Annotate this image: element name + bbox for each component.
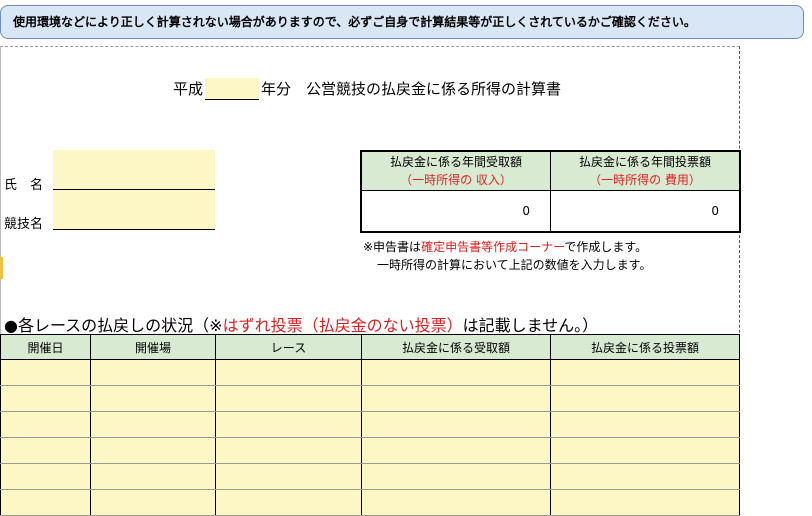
summary-header-bets: 払戻金に係る年間投票額 （一時所得の 費用） — [550, 150, 741, 191]
summary-value-bets: 0 — [550, 190, 741, 233]
race-input-cell[interactable] — [0, 489, 91, 516]
race-input-cell[interactable] — [90, 385, 216, 412]
race-input-cell[interactable] — [90, 463, 216, 490]
table-row — [0, 359, 740, 386]
name-label: 氏 名 — [4, 178, 44, 193]
table-row — [0, 411, 740, 438]
note-line-1: ※申告書は確定申告書等作成コーナーで作成します。 — [363, 240, 648, 254]
race-input-cell[interactable] — [0, 437, 91, 464]
race-input-cell[interactable] — [0, 385, 91, 412]
col-bets: 払戻金に係る投票額 — [550, 334, 740, 360]
table-row — [0, 463, 740, 490]
race-input-cell[interactable] — [550, 359, 740, 386]
race-input-cell[interactable] — [361, 437, 551, 464]
race-input-cell[interactable] — [550, 463, 740, 490]
race-input-cell[interactable] — [361, 411, 551, 438]
summary-value-receipts: 0 — [360, 190, 551, 233]
race-input-cell[interactable] — [215, 437, 362, 464]
table-row — [0, 385, 740, 412]
race-input-cell[interactable] — [550, 489, 740, 516]
cell-marker — [0, 257, 3, 279]
page-title: 平成 年分 公営競技の払戻金に係る所得の計算書 — [173, 78, 561, 100]
col-venue: 開催場 — [90, 334, 216, 360]
note-line-2: 一時所得の計算において上記の数値を入力します。 — [377, 258, 652, 272]
sport-label: 競技名 — [4, 217, 44, 232]
year-input[interactable] — [205, 78, 260, 100]
race-input-cell[interactable] — [550, 385, 740, 412]
race-input-cell[interactable] — [361, 489, 551, 516]
title-prefix: 平成 — [173, 80, 204, 98]
table-row — [0, 489, 740, 516]
table-row — [0, 437, 740, 464]
race-input-cell[interactable] — [361, 385, 551, 412]
race-input-cell[interactable] — [215, 463, 362, 490]
race-input-cell[interactable] — [361, 463, 551, 490]
race-input-cell[interactable] — [0, 359, 91, 386]
race-table: 開催日 開催場 レース 払戻金に係る受取額 払戻金に係る投票額 — [0, 334, 740, 516]
sport-input[interactable] — [53, 190, 215, 230]
col-date: 開催日 — [0, 334, 91, 360]
race-input-cell[interactable] — [90, 489, 216, 516]
filing-corner-link[interactable]: 確定申告書等作成コーナー — [421, 240, 564, 254]
race-status-heading: ●各レースの払戻しの状況（※はずれ投票（払戻金のない投票）は記載しません。） — [4, 316, 599, 335]
race-input-cell[interactable] — [0, 463, 91, 490]
race-input-cell[interactable] — [550, 437, 740, 464]
race-input-cell[interactable] — [90, 411, 216, 438]
race-input-cell[interactable] — [550, 411, 740, 438]
race-input-cell[interactable] — [215, 489, 362, 516]
race-input-cell[interactable] — [215, 385, 362, 412]
race-input-cell[interactable] — [0, 411, 91, 438]
title-suffix: 年分 公営競技の払戻金に係る所得の計算書 — [261, 80, 562, 98]
race-input-cell[interactable] — [90, 437, 216, 464]
col-receipts: 払戻金に係る受取額 — [361, 334, 551, 360]
summary-header-receipts: 払戻金に係る年間受取額 （一時所得の 収入） — [360, 150, 551, 191]
summary-table: 払戻金に係る年間受取額 （一時所得の 収入） 払戻金に係る年間投票額 （一時所得… — [360, 150, 741, 233]
race-input-cell[interactable] — [361, 359, 551, 386]
race-input-cell[interactable] — [215, 411, 362, 438]
race-input-cell[interactable] — [90, 359, 216, 386]
race-input-cell[interactable] — [215, 359, 362, 386]
col-race: レース — [215, 334, 362, 360]
notice-banner: 使用環境などにより正しく計算されない場合がありますので、必ずご自身で計算結果等が… — [0, 5, 804, 39]
name-input[interactable] — [53, 150, 215, 190]
